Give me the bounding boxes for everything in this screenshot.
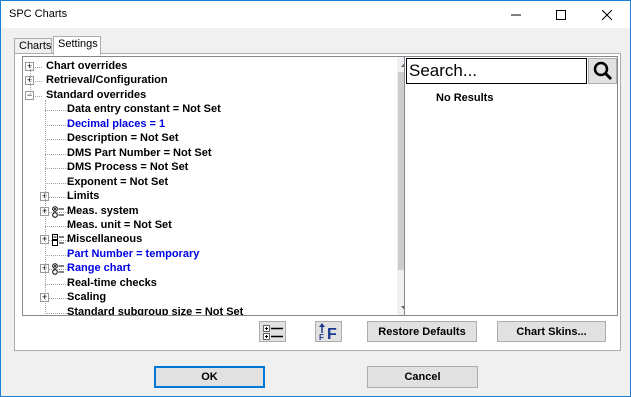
tree-item[interactable]: + Limits (23, 190, 393, 204)
tree-item[interactable]: Meas. unit = Not Set (23, 219, 393, 233)
tree-item-label: Meas. system (67, 204, 139, 217)
tree-item[interactable]: + Miscellaneous (23, 233, 393, 247)
settings-panel: + Chart overrides + Retrieval/Configuration… (14, 53, 621, 351)
svg-text:F: F (319, 333, 324, 341)
close-icon (601, 9, 612, 20)
chart-skins-button[interactable]: Chart Skins... (497, 321, 606, 342)
tree-item-label: Standard overrides (46, 88, 147, 101)
tree-item-label: Miscellaneous (67, 233, 143, 246)
search-panel: Search... No Results (404, 56, 618, 316)
search-input[interactable]: Search... (406, 58, 587, 84)
tree-item[interactable]: Decimal places = 1 (23, 118, 393, 132)
sort-button[interactable]: F F (315, 321, 342, 342)
tree-item[interactable]: Exponent = Not Set (23, 176, 393, 190)
close-button[interactable] (584, 1, 629, 28)
tree-item[interactable]: + Chart overrides (23, 60, 393, 74)
tree-item-label: Description = Not Set (67, 132, 179, 145)
tree-item[interactable]: + Retrieval/Configuration (23, 74, 393, 88)
tree-item-label: Range chart (67, 262, 131, 275)
expand-collapse-button[interactable] (259, 321, 286, 342)
ok-button[interactable]: OK (154, 366, 265, 388)
tree-item-label: Real-time checks (67, 276, 157, 289)
tab-settings[interactable]: Settings (53, 36, 101, 55)
tree-item-label: DMS Process = Not Set (67, 161, 189, 174)
tree-item-label: Limits (67, 190, 100, 203)
svg-text:F: F (327, 326, 337, 341)
checkbox-list-icon (52, 234, 64, 247)
tree-item[interactable]: + Scaling (23, 291, 393, 305)
tree-connector (45, 99, 46, 315)
no-results-label: No Results (436, 92, 494, 104)
tree-item[interactable]: DMS Process = Not Set (23, 161, 393, 175)
tree-item-label: Part Number = temporary (67, 247, 200, 260)
tree-item-label: Retrieval/Configuration (46, 74, 168, 87)
title-bar: SPC Charts (1, 1, 630, 28)
maximize-button[interactable] (538, 1, 583, 28)
tree-item-label: Meas. unit = Not Set (67, 218, 172, 231)
search-button[interactable] (588, 58, 617, 84)
tree-item-label: DMS Part Number = Not Set (67, 146, 212, 159)
restore-defaults-button[interactable]: Restore Defaults (367, 321, 477, 342)
tree-item-label: Exponent = Not Set (67, 175, 169, 188)
tree-item[interactable]: + Meas. system (23, 205, 393, 219)
tree-item-label: Chart overrides (46, 60, 128, 72)
spc-charts-window: SPC Charts Charts Settings + Chart overr… (0, 0, 631, 397)
settings-tree[interactable]: + Chart overrides + Retrieval/Configuration… (22, 56, 413, 316)
minimize-button[interactable] (493, 1, 538, 28)
radio-list-icon (52, 263, 64, 276)
cancel-button[interactable]: Cancel (367, 366, 478, 388)
tree-item[interactable]: DMS Part Number = Not Set (23, 147, 393, 161)
tab-charts[interactable]: Charts (14, 38, 52, 54)
sort-icon: F F (318, 322, 337, 341)
tree-item-label: Scaling (67, 291, 107, 304)
tree-item-label: Decimal places = 1 (67, 117, 166, 130)
tree-item-label: Standard subgroup size = Not Set (67, 305, 244, 316)
tree-item[interactable]: Description = Not Set (23, 132, 393, 146)
maximize-icon (555, 9, 566, 20)
minimize-icon (510, 14, 521, 15)
search-icon (593, 61, 612, 81)
tree-item[interactable]: − Standard overrides (23, 89, 393, 103)
radio-list-icon (52, 205, 64, 218)
tree-item[interactable]: Part Number = temporary (23, 248, 393, 262)
tree-item[interactable]: Data entry constant = Not Set (23, 103, 393, 117)
window-title: SPC Charts (9, 8, 68, 20)
tree-item[interactable]: Real-time checks (23, 277, 393, 291)
tree-item[interactable]: Standard subgroup size = Not Set (23, 305, 393, 316)
tree-item-label: Data entry constant = Not Set (67, 103, 221, 116)
tree-connector (30, 65, 31, 94)
tree-item[interactable]: + Range chart (23, 262, 393, 276)
expand-all-icon (262, 324, 283, 340)
